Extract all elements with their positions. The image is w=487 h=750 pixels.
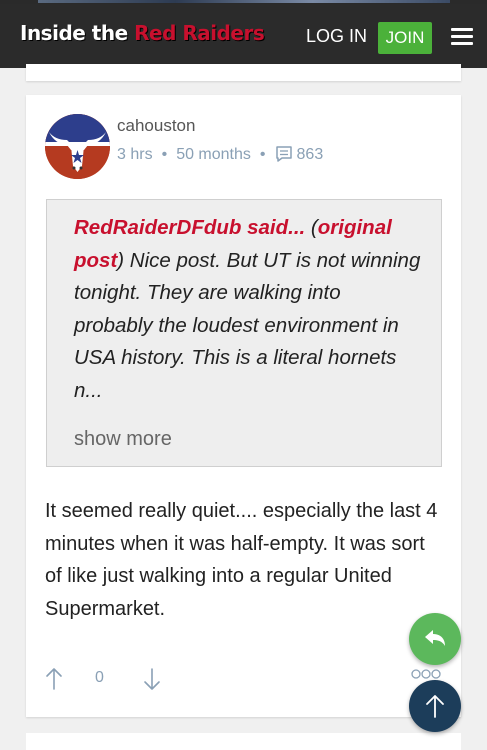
post-card: cahouston 3 hrs • 50 months • 863 RedRaiderD…	[26, 95, 461, 717]
login-link[interactable]: LOG IN	[306, 26, 367, 47]
separator-dot: •	[161, 146, 168, 163]
longhorn-texas-flag-icon	[45, 114, 110, 179]
post-time: 3 hrs	[117, 146, 153, 163]
post-meta: 3 hrs • 50 months • 863	[117, 145, 323, 164]
avatar[interactable]	[45, 114, 110, 179]
quote-text: RedRaiderDFdub said... (original post) N…	[74, 216, 421, 402]
hamburger-menu-icon[interactable]	[451, 28, 473, 46]
join-button[interactable]: JOIN	[378, 22, 432, 54]
upvote-arrow-icon[interactable]	[44, 667, 64, 691]
quote-block: RedRaiderDFdub said... (original post) N…	[46, 199, 442, 467]
post-username[interactable]: cahouston	[117, 116, 195, 136]
scroll-to-top-button[interactable]	[409, 680, 461, 732]
quote-body: ) Nice post. But UT is not winning tonig…	[74, 248, 421, 402]
separator-dot: •	[259, 146, 266, 163]
vote-score: 0	[95, 669, 104, 686]
more-options-icon[interactable]	[411, 667, 441, 681]
site-header: Inside the Red Raiders LOG IN JOIN	[0, 4, 487, 68]
comment-count: 863	[296, 146, 324, 163]
comment-icon	[275, 146, 292, 162]
next-post-card	[26, 733, 461, 750]
site-logo[interactable]: Inside the Red Raiders	[20, 21, 265, 45]
post-body: It seemed really quiet.... especially th…	[45, 500, 438, 620]
reply-button[interactable]	[409, 613, 461, 665]
downvote-arrow-icon[interactable]	[142, 667, 162, 691]
member-tenure: 50 months	[176, 146, 251, 163]
show-more-link[interactable]: show more	[74, 428, 172, 451]
previous-post-card	[26, 64, 461, 81]
reply-arrow-icon	[425, 630, 445, 646]
arrow-up-icon	[426, 695, 444, 718]
quote-author[interactable]: RedRaiderDFdub said...	[74, 216, 305, 239]
